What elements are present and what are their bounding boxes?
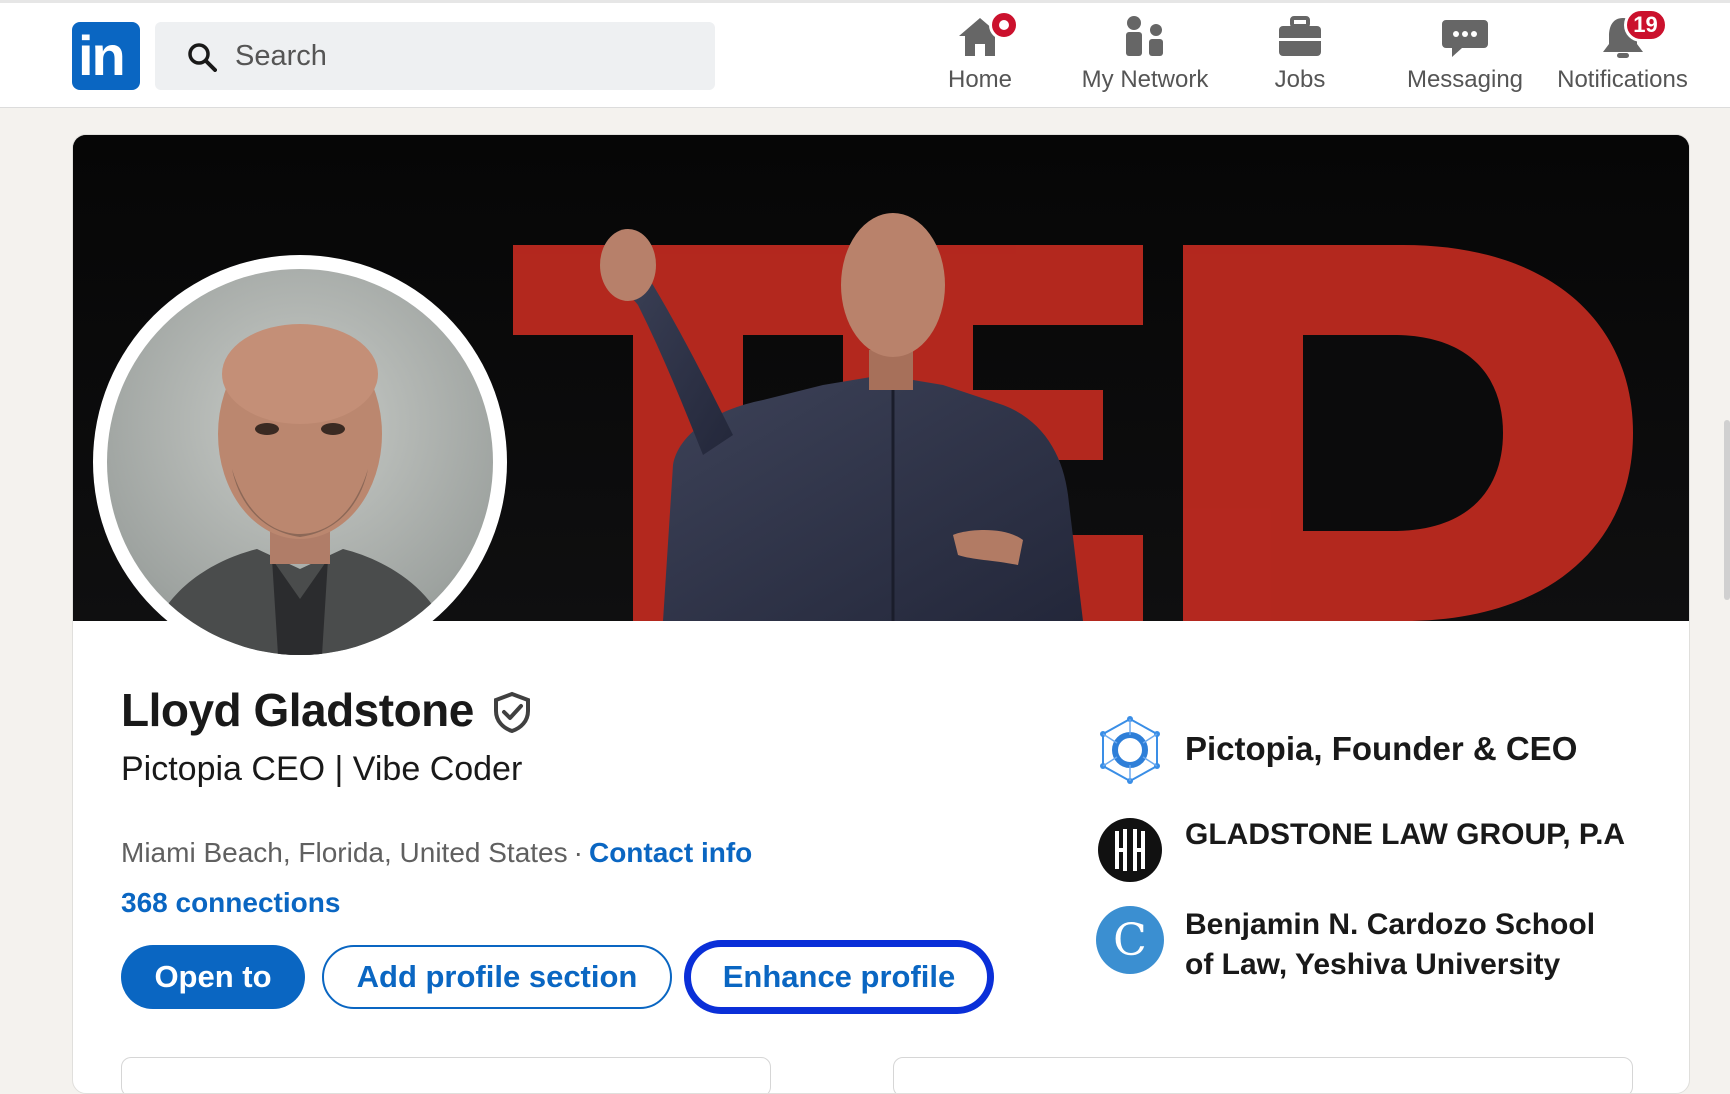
cardozo-logo-icon: C bbox=[1096, 906, 1164, 974]
search-input[interactable] bbox=[235, 32, 695, 80]
profile-avatar[interactable] bbox=[93, 255, 507, 669]
nav-jobs-label: Jobs bbox=[1274, 66, 1326, 93]
education-cardozo-line2: of Law, Yeshiva University bbox=[1185, 948, 1561, 981]
experience-pictopia-label: Pictopia, Founder & CEO bbox=[1185, 730, 1578, 767]
briefcase-icon bbox=[1279, 16, 1321, 56]
nav-my-network-label: My Network bbox=[1081, 66, 1209, 93]
gladstone-law-logo-icon bbox=[1098, 818, 1162, 882]
nav-jobs[interactable]: Jobs bbox=[1255, 14, 1345, 104]
education-cardozo-line1: Benjamin N. Cardozo School bbox=[1185, 908, 1596, 941]
enhance-profile-button[interactable]: Enhance profile bbox=[689, 945, 989, 1009]
open-to-button[interactable]: Open to bbox=[121, 945, 305, 1009]
profile-location: Miami Beach, Florida, United States bbox=[121, 837, 568, 868]
avatar-photo bbox=[147, 324, 453, 655]
nav-messaging-label: Messaging bbox=[1406, 66, 1524, 93]
top-navigation: in Home My Network bbox=[0, 0, 1730, 108]
search-bar[interactable] bbox=[155, 22, 715, 90]
pictopia-logo-icon bbox=[1100, 716, 1160, 784]
section-card-stub-left bbox=[121, 1057, 771, 1093]
profile-headline: Pictopia CEO | Vibe Coder bbox=[121, 750, 523, 788]
location-separator: · bbox=[573, 837, 583, 868]
nav-my-network[interactable]: My Network bbox=[1065, 14, 1225, 104]
linkedin-logo-text: in bbox=[78, 24, 126, 87]
nav-home[interactable]: Home bbox=[935, 10, 1025, 104]
contact-info-link[interactable]: Contact info bbox=[589, 837, 752, 868]
nav-notifications[interactable]: 19 Notifications bbox=[1545, 8, 1700, 104]
nav-home-label: Home bbox=[947, 66, 1013, 93]
page-scrollbar[interactable] bbox=[1724, 420, 1730, 600]
profile-name: Lloyd Gladstone bbox=[121, 684, 474, 736]
network-icon bbox=[1126, 16, 1163, 56]
message-icon bbox=[1442, 20, 1488, 57]
home-notification-dot bbox=[989, 10, 1019, 40]
cardozo-logo-letter: C bbox=[1113, 915, 1147, 966]
search-icon bbox=[188, 43, 217, 72]
linkedin-logo[interactable]: in bbox=[72, 22, 140, 90]
section-card-stub-right bbox=[893, 1057, 1633, 1093]
profile-card: Lloyd Gladstone Pictopia CEO | Vibe Code… bbox=[72, 134, 1690, 1094]
add-profile-section-button[interactable]: Add profile section bbox=[322, 945, 672, 1009]
profile-location-row: Miami Beach, Florida, United States · Cont… bbox=[121, 837, 752, 869]
nav-messaging[interactable]: Messaging bbox=[1395, 14, 1535, 104]
nav-notifications-label: Notifications bbox=[1557, 66, 1688, 93]
connections-link[interactable]: 368 connections bbox=[121, 887, 340, 919]
experience-gladstone-law-label: GLADSTONE LAW GROUP, P.A bbox=[1185, 818, 1626, 851]
notifications-badge: 19 bbox=[1623, 8, 1668, 42]
verified-shield-icon[interactable] bbox=[491, 691, 533, 733]
